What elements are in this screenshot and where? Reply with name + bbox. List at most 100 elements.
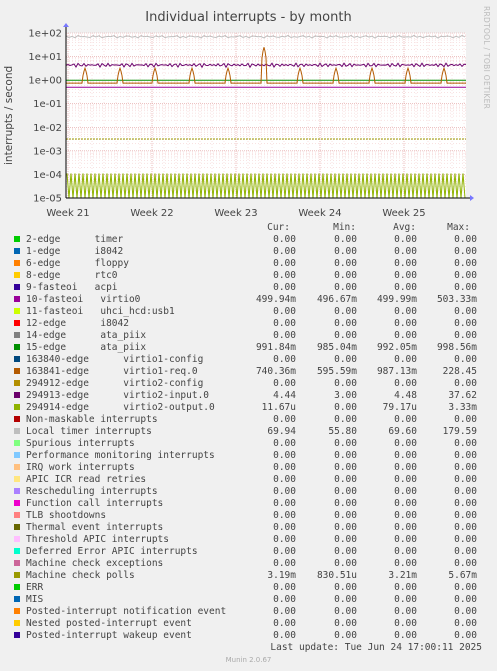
legend-value-avg: 0.00 — [394, 534, 417, 545]
legend-value-avg: 0.00 — [394, 270, 417, 281]
legend-swatch — [14, 296, 20, 302]
legend-value-max: 0.00 — [454, 594, 477, 605]
legend-value-min: 0.00 — [334, 630, 357, 641]
legend-value-max: 0.00 — [454, 582, 477, 593]
legend-label: 163841-edge virtio1-req.0 — [26, 366, 198, 377]
legend-value-avg: 0.00 — [394, 330, 417, 341]
legend-swatch — [14, 608, 20, 614]
legend-value-max: 0.00 — [454, 234, 477, 245]
legend-label: Function call interrupts — [26, 498, 164, 509]
legend-value-min: 0.00 — [334, 618, 357, 629]
col-header-min: Min: — [333, 222, 356, 233]
legend-row: Posted-interrupt notification event 0.00 0… — [0, 606, 497, 618]
legend-value-avg: 0.00 — [394, 258, 417, 269]
legend-value-avg: 4.48 — [394, 390, 417, 401]
legend-swatch — [14, 284, 20, 290]
legend-value-avg: 0.00 — [394, 438, 417, 449]
legend-label: Local timer interrupts — [26, 426, 152, 437]
legend-value-avg: 0.00 — [394, 474, 417, 485]
legend-row: MIS 0.00 0.00 0.00 0.00 — [0, 594, 497, 606]
legend-value-max: 228.45 — [442, 366, 477, 377]
legend-label: 2-edge timer — [26, 234, 124, 245]
legend-label: Posted-interrupt notification event — [26, 606, 227, 617]
legend-value-max: 998.56m — [436, 342, 477, 353]
legend-value-max: 5.67m — [448, 570, 477, 581]
legend-value-avg: 0.00 — [394, 282, 417, 293]
x-tick-label: Week 22 — [130, 208, 173, 219]
legend-row: Machine check polls 3.19m 830.51u 3.21m 5.67… — [0, 570, 497, 582]
legend-value-max: 0.00 — [454, 498, 477, 509]
legend-value-max: 0.00 — [454, 318, 477, 329]
legend-value-cur: 0.00 — [273, 630, 296, 641]
legend-row: Rescheduling interrupts 0.00 0.00 0.00 0.00 — [0, 486, 497, 498]
legend-row: 1-edge i8042 0.00 0.00 0.00 0.00 — [0, 246, 497, 258]
legend-swatch — [14, 248, 20, 254]
legend-value-max: 0.00 — [454, 546, 477, 557]
legend-value-min: 0.00 — [334, 306, 357, 317]
legend-value-avg: 0.00 — [394, 522, 417, 533]
legend-value-avg: 0.00 — [394, 546, 417, 557]
legend-label: 9-fasteoi acpi — [26, 282, 118, 293]
legend-row: 2-edge timer 0.00 0.00 0.00 0.00 — [0, 234, 497, 246]
legend-value-avg: 0.00 — [394, 414, 417, 425]
legend-label: 294912-edge virtio2-config — [26, 378, 204, 389]
legend-row: 14-edge ata_piix 0.00 0.00 0.00 0.00 — [0, 330, 497, 342]
legend-swatch — [14, 524, 20, 530]
legend-swatch — [14, 500, 20, 506]
legend-value-cur: 11.67u — [261, 402, 296, 413]
legend-swatch — [14, 344, 20, 350]
legend-row: Function call interrupts 0.00 0.00 0.00 0.00 — [0, 498, 497, 510]
legend-row: Thermal event interrupts 0.00 0.00 0.00 0.00 — [0, 522, 497, 534]
legend-value-cur: 499.94m — [255, 294, 296, 305]
legend-value-max: 0.00 — [454, 522, 477, 533]
legend-value-cur: 0.00 — [273, 522, 296, 533]
legend-value-cur: 0.00 — [273, 534, 296, 545]
legend-swatch — [14, 560, 20, 566]
legend-row: 10-fasteoi virtio0 499.94m 496.67m 499.99m 5… — [0, 294, 497, 306]
legend-swatch — [14, 536, 20, 542]
legend-row: Spurious interrupts 0.00 0.00 0.00 0.00 — [0, 438, 497, 450]
legend-value-cur: 0.00 — [273, 474, 296, 485]
plot-area: 1e+02 1e+01 1e+00 1e-01 1e-02 1e-03 1e-04 1e-05… — [28, 23, 474, 219]
legend-value-avg: 79.17u — [382, 402, 417, 413]
legend-value-min: 0.00 — [334, 522, 357, 533]
legend-swatch — [14, 416, 20, 422]
legend-swatch — [14, 488, 20, 494]
legend-value-avg: 0.00 — [394, 582, 417, 593]
legend-label: Spurious interrupts — [26, 438, 135, 449]
y-tick-label: 1e-03 — [33, 146, 62, 157]
legend-value-max: 0.00 — [454, 306, 477, 317]
legend-value-avg: 0.00 — [394, 606, 417, 617]
legend-value-max: 503.33m — [436, 294, 477, 305]
legend-row: Machine check exceptions 0.00 0.00 0.00 0.00 — [0, 558, 497, 570]
legend-value-min: 3.00 — [334, 390, 357, 401]
legend-value-min: 0.00 — [334, 606, 357, 617]
legend-label: APIC ICR read retries — [26, 474, 147, 485]
legend-value-avg: 0.00 — [394, 234, 417, 245]
legend-value-avg: 0.00 — [394, 450, 417, 461]
x-tick-label: Week 21 — [46, 208, 89, 219]
legend-label: 10-fasteoi virtio0 — [26, 294, 141, 305]
legend-value-cur: 0.00 — [273, 558, 296, 569]
legend-row: Performance monitoring interrupts 0.00 0.0… — [0, 450, 497, 462]
legend-swatch — [14, 476, 20, 482]
legend-label: Posted-interrupt wakeup event — [26, 630, 192, 641]
legend-value-min: 0.00 — [334, 234, 357, 245]
legend-value-max: 0.00 — [454, 486, 477, 497]
legend-value-cur: 0.00 — [273, 318, 296, 329]
legend-label: Nested posted-interrupt event — [26, 618, 192, 629]
legend-value-min: 0.00 — [334, 582, 357, 593]
legend-value-cur: 0.00 — [273, 330, 296, 341]
legend-swatch — [14, 236, 20, 242]
legend-label: Deferred Error APIC interrupts — [26, 546, 198, 557]
munin-version: Munin 2.0.67 — [225, 656, 272, 664]
legend-value-avg: 0.00 — [394, 318, 417, 329]
legend-swatch — [14, 308, 20, 314]
legend-value-cur: 991.84m — [255, 342, 296, 353]
legend-value-min: 0.00 — [334, 534, 357, 545]
legend-value-avg: 0.00 — [394, 246, 417, 257]
legend-label: 163840-edge virtio1-config — [26, 354, 204, 365]
legend-value-min: 0.00 — [334, 510, 357, 521]
legend-value-cur: 0.00 — [273, 258, 296, 269]
legend-row: 12-edge i8042 0.00 0.00 0.00 0.00 — [0, 318, 497, 330]
